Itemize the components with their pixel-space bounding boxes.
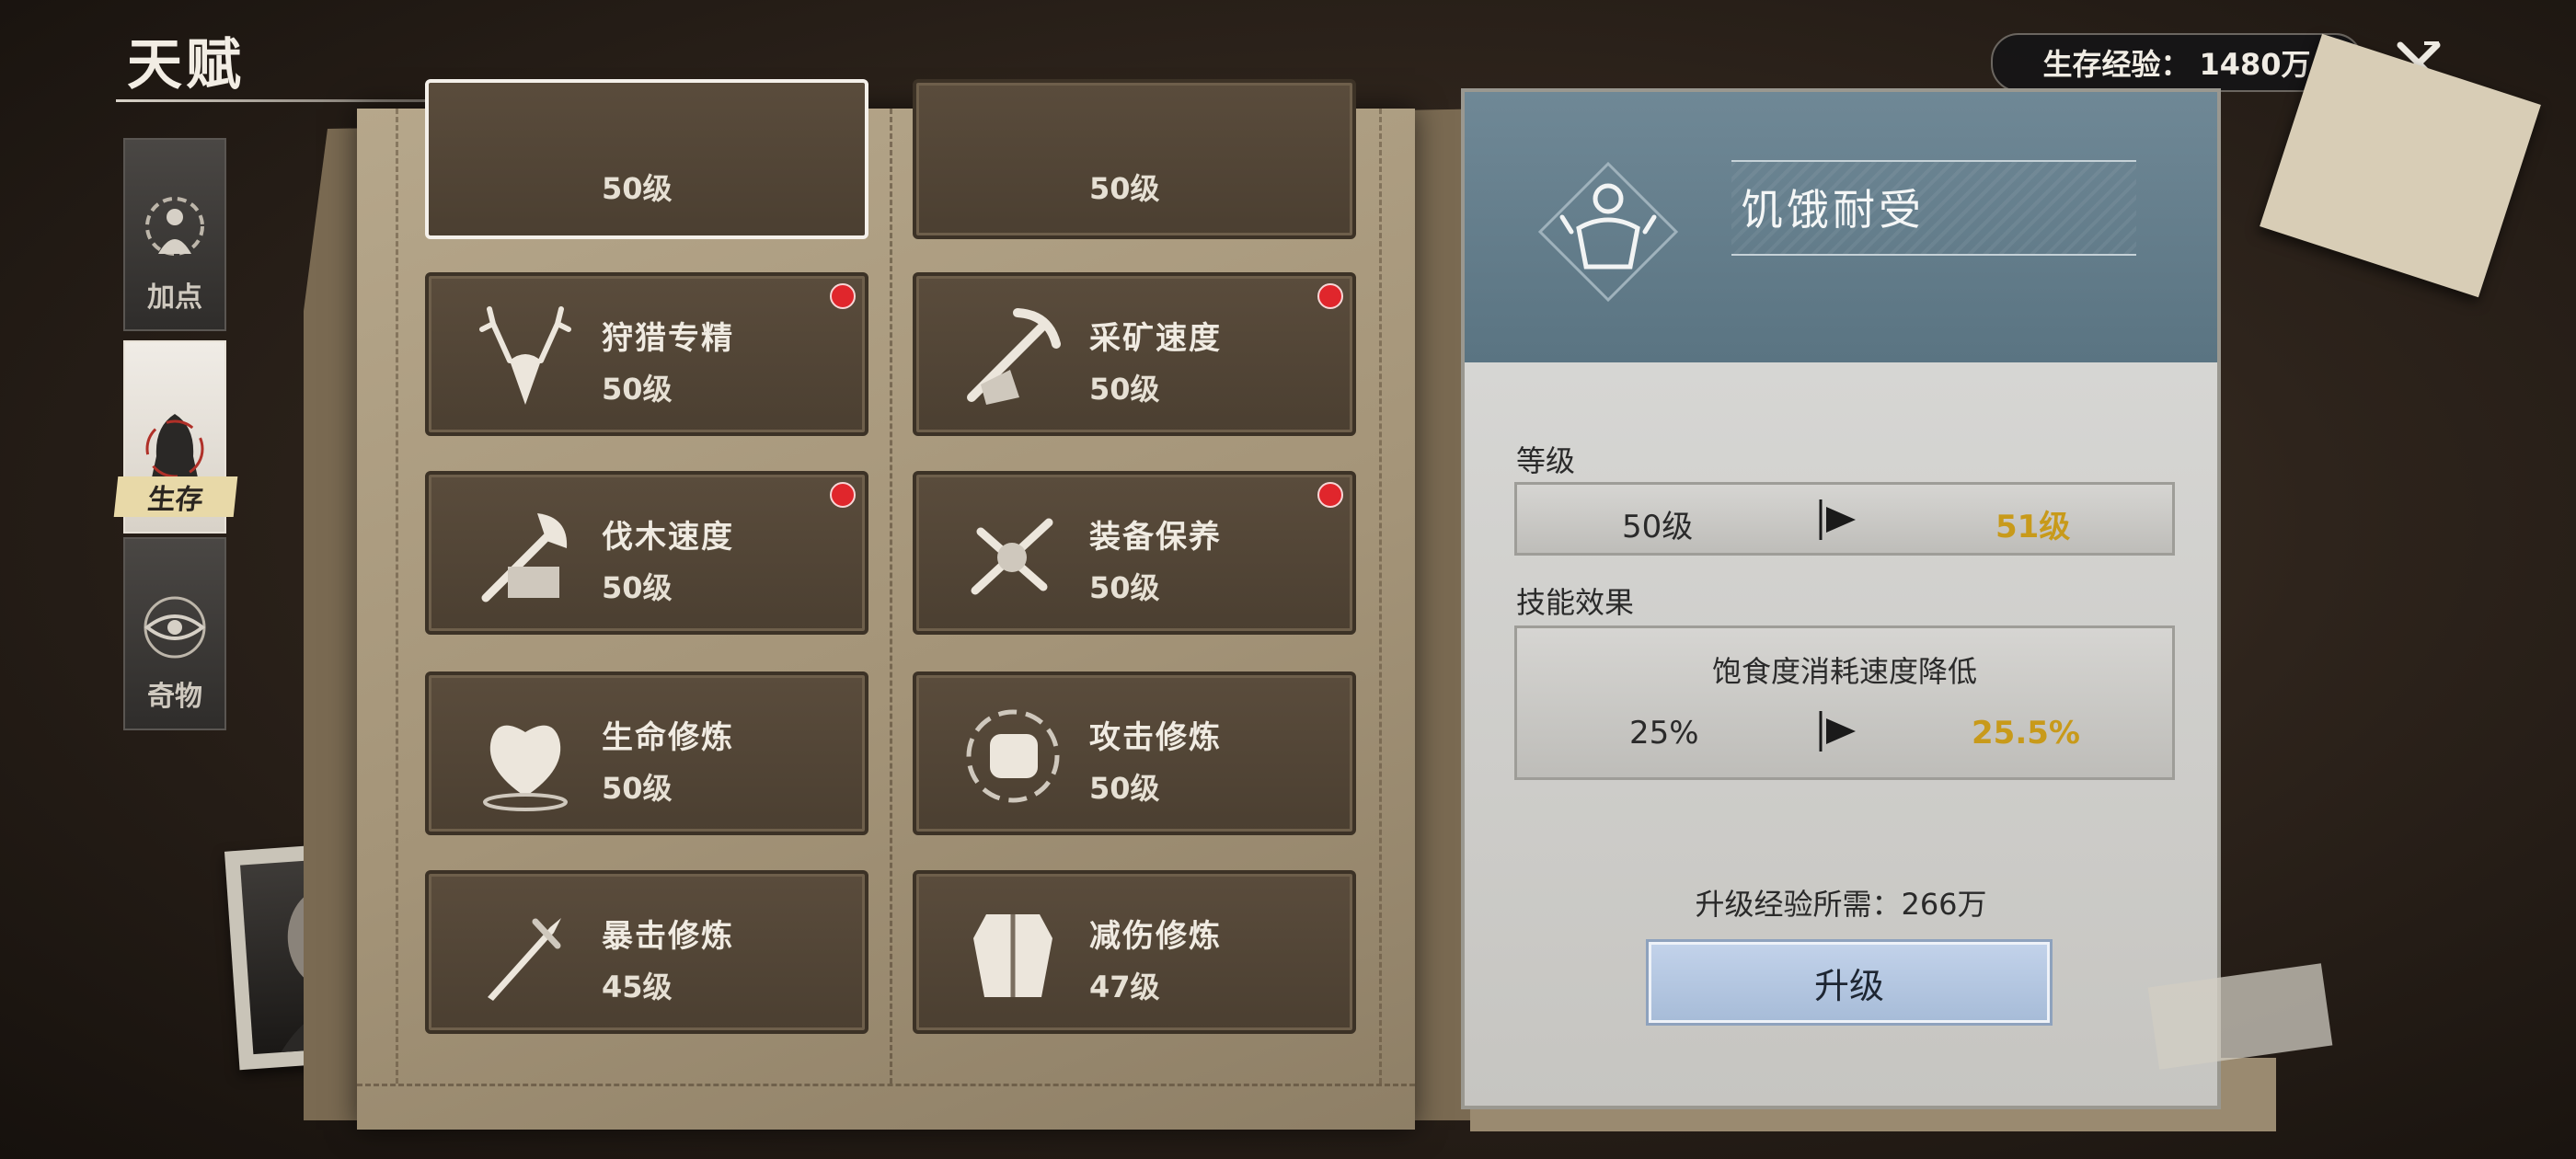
selected-talent-name: 饥饿耐受 bbox=[1741, 185, 1925, 235]
notification-badge bbox=[830, 482, 856, 508]
exp-label: 生存经验： bbox=[2042, 47, 2191, 82]
effect-comparison: 饱食度消耗速度降低 25% 25.5% bbox=[1514, 625, 2175, 780]
hooded-figure-icon bbox=[145, 414, 204, 482]
tab-curios[interactable]: 奇物 bbox=[123, 537, 226, 730]
cost-label: 升级经验所需： bbox=[1695, 887, 1902, 922]
heart-icon bbox=[483, 725, 568, 811]
level-next: 51级 bbox=[1995, 509, 2071, 545]
level-label: 等级 bbox=[1516, 443, 1576, 478]
upgrade-cost: 升级经验所需：266万 bbox=[1465, 881, 2217, 924]
talent-name: 装备保养 bbox=[1089, 519, 1222, 556]
effect-title: 饱食度消耗速度降低 bbox=[1711, 654, 1977, 689]
hunger-figure-icon bbox=[1537, 161, 1679, 303]
talent-card[interactable]: 50级 bbox=[913, 79, 1356, 239]
tab-attributes[interactable]: 加点 bbox=[123, 138, 226, 331]
pickaxe-icon bbox=[967, 308, 1061, 405]
talent-level: 50级 bbox=[602, 171, 673, 206]
exp-value: 1480万 bbox=[2199, 47, 2311, 82]
cost-value: 266万 bbox=[1901, 887, 1987, 922]
talent-name: 生命修炼 bbox=[602, 719, 734, 756]
talent-card-critical[interactable]: 暴击修炼 45级 bbox=[425, 870, 868, 1034]
dagger-icon bbox=[488, 918, 561, 1001]
axe-icon bbox=[481, 513, 568, 602]
arrow-right-icon bbox=[1819, 499, 1856, 540]
talent-card[interactable]: 50级 bbox=[425, 79, 868, 239]
talent-name: 伐木速度 bbox=[602, 519, 734, 556]
talent-level: 47级 bbox=[1089, 970, 1160, 1004]
talent-card-hunting[interactable]: 狩猎专精 50级 bbox=[425, 272, 868, 436]
talent-card-maintenance[interactable]: 装备保养 50级 bbox=[913, 471, 1356, 635]
tools-icon bbox=[971, 518, 1053, 595]
page-title: 天赋 bbox=[127, 33, 245, 98]
notification-badge bbox=[1317, 482, 1343, 508]
talent-level: 50级 bbox=[1089, 771, 1160, 806]
level-current: 50级 bbox=[1622, 509, 1694, 545]
talent-level: 50级 bbox=[1089, 570, 1160, 605]
book-spine bbox=[890, 109, 898, 1084]
talent-level: 50级 bbox=[602, 771, 673, 806]
talent-level: 50级 bbox=[602, 570, 673, 605]
talent-card-mining[interactable]: 采矿速度 50级 bbox=[913, 272, 1356, 436]
notification-badge bbox=[830, 283, 856, 309]
effect-label: 技能效果 bbox=[1516, 585, 1635, 620]
eye-sigil-icon bbox=[144, 596, 206, 659]
arrow-right-icon bbox=[1819, 711, 1856, 752]
talent-name: 暴击修炼 bbox=[602, 918, 734, 955]
talent-card-vitality[interactable]: 生命修炼 50级 bbox=[425, 671, 868, 835]
effect-current: 25% bbox=[1629, 715, 1699, 752]
talent-card-defense[interactable]: 减伤修炼 47级 bbox=[913, 870, 1356, 1034]
book-bottom-edge bbox=[357, 1084, 1415, 1096]
upgrade-button[interactable]: 升级 bbox=[1649, 942, 2050, 1023]
talent-card-attack[interactable]: 攻击修炼 50级 bbox=[913, 671, 1356, 835]
level-comparison: 50级 51级 bbox=[1514, 482, 2175, 556]
talent-detail-panel: 饥饿耐受 等级 50级 51级 技能效果 饱食度消耗速度降低 25% 25.5%… bbox=[1461, 88, 2221, 1109]
tab-label: 加点 bbox=[147, 281, 202, 314]
talent-name: 攻击修炼 bbox=[1089, 719, 1222, 756]
notification-badge bbox=[1317, 283, 1343, 309]
fist-icon bbox=[966, 709, 1060, 803]
talent-name: 狩猎专精 bbox=[602, 320, 734, 357]
active-tab-label: 生存 bbox=[113, 476, 238, 517]
effect-next: 25.5% bbox=[1972, 715, 2080, 752]
talent-level: 50级 bbox=[602, 372, 673, 407]
armor-icon bbox=[973, 914, 1052, 997]
deer-head-icon bbox=[479, 306, 571, 405]
talent-card-logging[interactable]: 伐木速度 50级 bbox=[425, 471, 868, 635]
talent-level: 50级 bbox=[1089, 372, 1160, 407]
talent-name: 减伤修炼 bbox=[1089, 918, 1222, 955]
talent-level: 45级 bbox=[602, 970, 673, 1004]
talent-level: 50级 bbox=[1089, 171, 1160, 206]
talent-name: 采矿速度 bbox=[1089, 320, 1222, 357]
tab-label: 奇物 bbox=[147, 681, 202, 713]
figure-sun-icon bbox=[145, 197, 204, 256]
